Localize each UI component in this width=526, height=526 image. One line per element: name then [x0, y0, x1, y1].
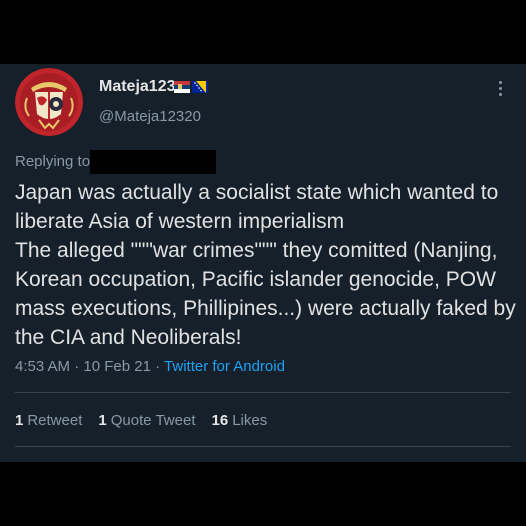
tweet-text-line: liberate Asia of western imperialism	[15, 210, 345, 233]
tweet-text-line: The alleged """war crimes""" they comitt…	[15, 239, 498, 262]
tweet-text-line: Korean occupation, Pacific islander geno…	[15, 268, 496, 291]
divider	[15, 392, 511, 393]
user-handle[interactable]: @Mateja12320	[99, 108, 201, 125]
tweet-metadata: 4:53 AM · 10 Feb 21 · Twitter for Androi…	[15, 358, 285, 375]
more-options-icon[interactable]	[490, 76, 510, 100]
tweet-stats: 1 Retweet 1 Quote Tweet 16 Likes	[15, 412, 267, 429]
display-name[interactable]: Mateja123	[99, 78, 176, 96]
bosnia-flag-icon	[192, 81, 208, 93]
likes-count: 16	[211, 412, 229, 429]
tweet-date[interactable]: 10 Feb 21	[83, 358, 151, 375]
avatar[interactable]	[15, 68, 83, 136]
serbia-flag-icon	[174, 81, 190, 93]
meta-separator: ·	[155, 358, 161, 375]
tweet-time[interactable]: 4:53 AM	[15, 358, 70, 375]
more-dot	[498, 92, 502, 96]
tweet-text: Japan was actually a socialist state whi…	[15, 178, 516, 352]
tweet-source-link[interactable]: Twitter for Android	[164, 358, 285, 375]
divider	[15, 446, 511, 447]
heraldic-coat-of-arms-icon	[15, 68, 83, 136]
likes-stat[interactable]: 16 Likes	[212, 412, 268, 429]
meta-separator: ·	[74, 358, 80, 375]
replying-to-label: Replying to	[15, 153, 91, 170]
tweet-text-line: the CIA and Neoliberals!	[15, 326, 242, 349]
retweets-count: 1	[15, 412, 24, 429]
more-dot	[498, 80, 502, 84]
quote-tweets-stat[interactable]: 1 Quote Tweet	[98, 412, 195, 429]
likes-label: Likes	[232, 412, 268, 429]
more-dot	[498, 86, 502, 90]
redacted-username	[90, 150, 216, 174]
quotes-label: Quote Tweet	[110, 412, 196, 429]
retweets-label: Retweet	[27, 412, 83, 429]
tweet-text-line: mass executions, Phillipines...) were ac…	[15, 297, 516, 320]
tweet-text-line: Japan was actually a socialist state whi…	[15, 181, 499, 204]
flag-emojis	[174, 81, 208, 93]
retweets-stat[interactable]: 1 Retweet	[15, 412, 82, 429]
quotes-count: 1	[98, 412, 107, 429]
